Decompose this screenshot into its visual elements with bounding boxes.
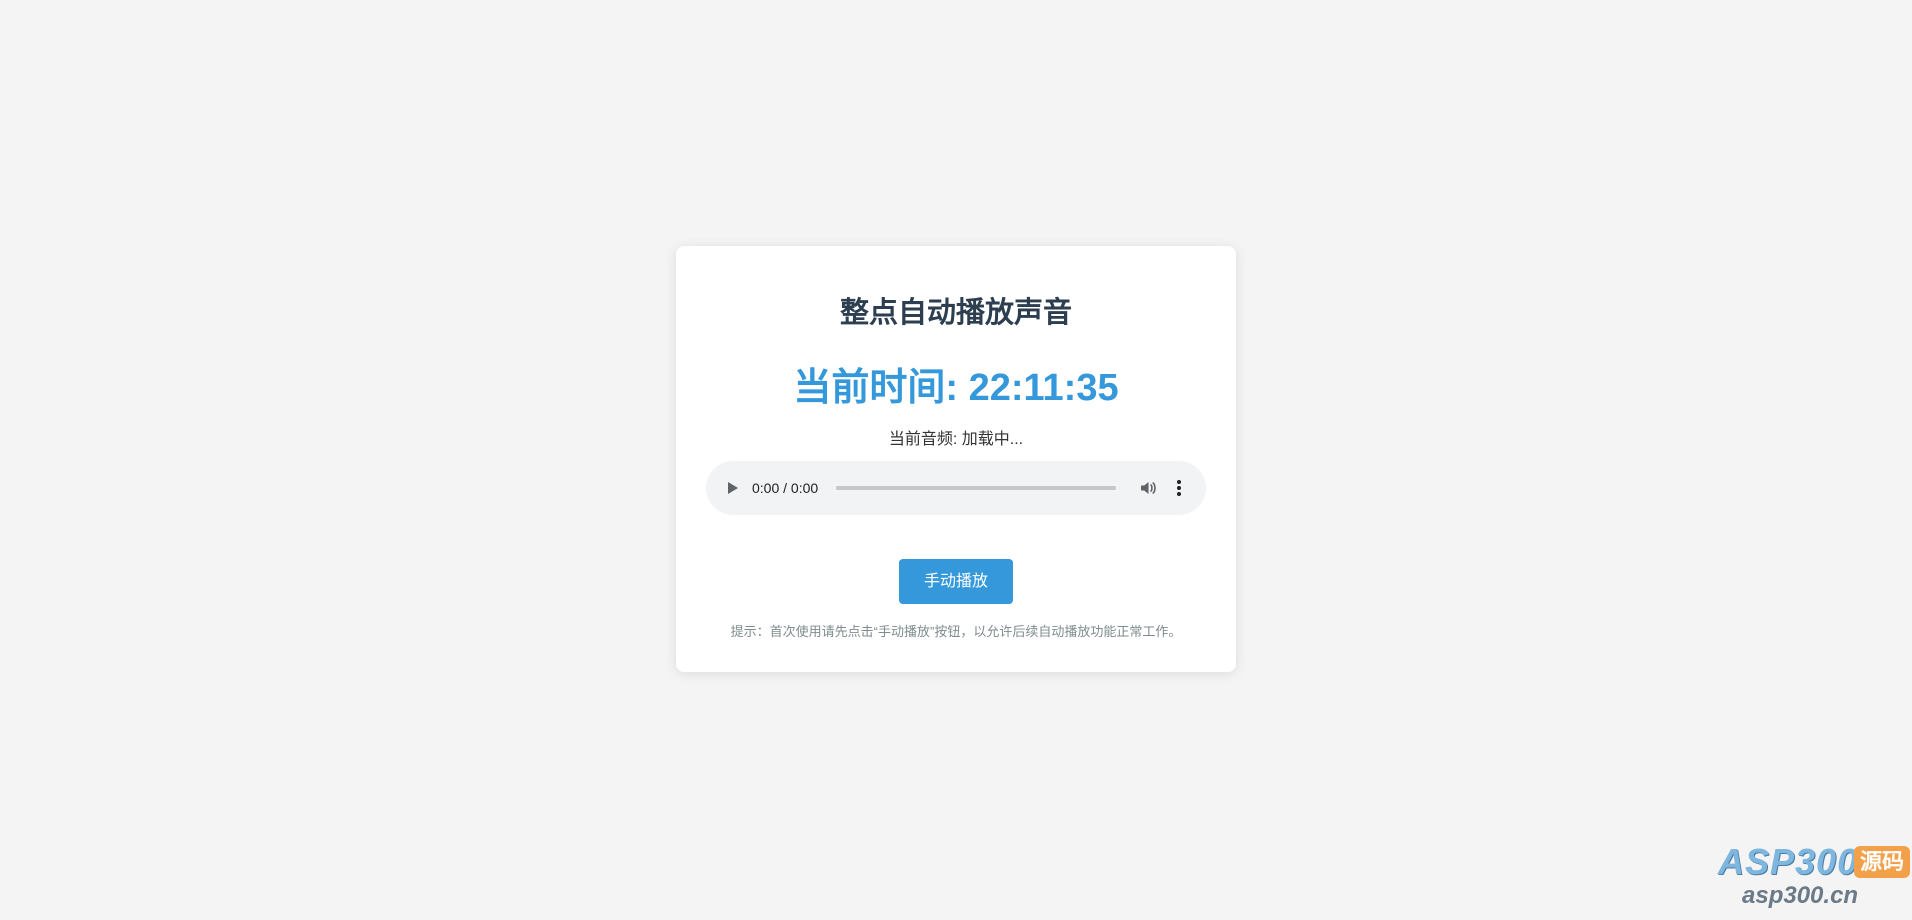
- page-title: 整点自动播放声音: [839, 297, 1072, 329]
- volume-icon[interactable]: [1138, 478, 1158, 498]
- current-time-label: 当前时间:: [793, 367, 969, 409]
- play-icon[interactable]: [728, 482, 738, 494]
- audio-player[interactable]: 0:00 / 0:00: [706, 461, 1206, 515]
- current-audio-label: 当前音频:: [888, 431, 962, 448]
- current-time-value: 22:11:35: [968, 367, 1119, 409]
- audio-progress-bar[interactable]: [836, 486, 1116, 490]
- watermark-badge: 源码: [1854, 846, 1910, 878]
- audio-time-display: 0:00 / 0:00: [752, 480, 819, 496]
- more-vertical-icon[interactable]: [1176, 478, 1182, 498]
- current-audio-value: 加载中...: [961, 431, 1024, 448]
- hint-text: 提示：首次使用请先点击“手动播放”按钮，以允许后续自动播放功能正常工作。: [730, 624, 1182, 639]
- watermark-logo: ASP300 源码 asp300.cn: [1716, 842, 1912, 920]
- current-audio-info: 当前音频: 加载中...: [676, 430, 1236, 450]
- main-card: 整点自动播放声音 当前时间: 22:11:35 当前音频: 加载中... 0:0…: [676, 246, 1236, 672]
- current-time-display: 当前时间: 22:11:35: [676, 366, 1236, 410]
- manual-play-button[interactable]: 手动播放: [899, 559, 1013, 604]
- watermark-domain: asp300.cn: [1742, 882, 1859, 909]
- watermark-brand: ASP300: [1718, 841, 1859, 882]
